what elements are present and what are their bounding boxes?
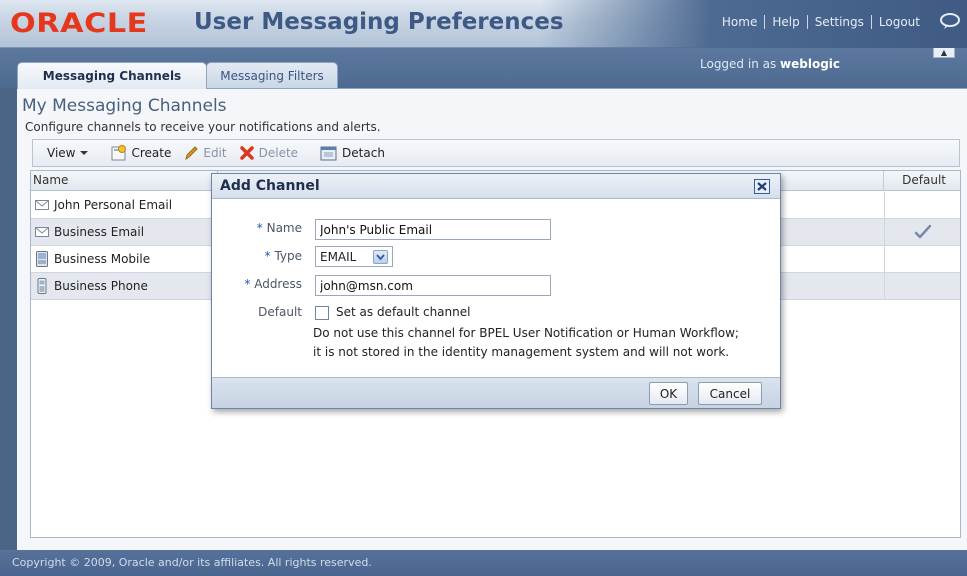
create-icon [111, 145, 127, 161]
phone-icon [37, 278, 47, 294]
speech-bubble-icon[interactable] [939, 12, 961, 30]
delete-label: Delete [258, 146, 299, 160]
tab-messaging-filters[interactable]: Messaging Filters [206, 62, 338, 89]
address-label-text: Address [254, 277, 302, 291]
row-name: Business Phone [54, 279, 148, 293]
detach-icon [320, 146, 337, 161]
app-title: User Messaging Preferences [194, 9, 564, 35]
pencil-icon [185, 146, 199, 161]
delete-x-icon [239, 146, 254, 160]
add-channel-dialog: Add Channel * Name * Type EMAIL * Addres… [211, 173, 781, 409]
page-description: Configure channels to receive your notif… [25, 120, 381, 134]
global-links: Home Help Settings Logout [715, 15, 927, 29]
column-header-default[interactable]: Default [902, 173, 946, 187]
create-label: Create [131, 146, 172, 160]
view-menu[interactable]: View [47, 146, 93, 160]
address-label: * Address [244, 277, 302, 291]
copyright-text: Copyright © 2009, Oracle and/or its affi… [12, 556, 372, 569]
row-name-cell: Business Email [31, 225, 211, 239]
dialog-title-bar: Add Channel [212, 174, 780, 199]
page-title: My Messaging Channels [22, 96, 227, 116]
address-input[interactable] [315, 275, 551, 296]
mobile-icon [36, 251, 48, 267]
row-default-cell [884, 192, 960, 218]
name-input[interactable] [315, 219, 551, 240]
logged-in-status: Logged in as weblogic [700, 57, 840, 71]
cancel-button[interactable]: Cancel [698, 382, 762, 405]
settings-link[interactable]: Settings [808, 15, 872, 29]
email-icon [35, 227, 49, 237]
checkmark-icon [914, 224, 931, 239]
type-label: * Type [264, 249, 302, 263]
row-name: John Personal Email [54, 198, 173, 212]
close-button[interactable] [754, 179, 770, 194]
type-selected-value: EMAIL [320, 249, 357, 264]
app-header: ORACLE User Messaging Preferences Home H… [0, 0, 967, 48]
edit-button[interactable]: Edit [183, 145, 227, 161]
create-button[interactable]: Create [111, 145, 171, 161]
collapse-header-button[interactable]: ▲ [933, 48, 955, 58]
default-checkbox-label[interactable]: Set as default channel [336, 305, 470, 319]
row-name: Business Email [54, 225, 145, 239]
row-name-cell: John Personal Email [31, 198, 211, 212]
page-footer: Copyright © 2009, Oracle and/or its affi… [0, 550, 967, 576]
detach-label: Detach [342, 146, 385, 160]
row-name-cell: Business Mobile [31, 251, 211, 267]
logout-link[interactable]: Logout [872, 15, 927, 29]
chevron-down-icon [373, 249, 388, 264]
ok-button[interactable]: OK [649, 382, 688, 405]
default-checkbox[interactable] [315, 306, 329, 320]
row-default-cell [884, 219, 960, 245]
help-link[interactable]: Help [765, 15, 808, 29]
row-default-cell [884, 246, 960, 272]
logged-in-prefix: Logged in as [700, 57, 781, 71]
row-name: Business Mobile [54, 252, 151, 266]
edit-label: Edit [203, 146, 227, 160]
tab-messaging-channels[interactable]: Messaging Channels [17, 62, 207, 89]
row-default-cell [884, 273, 960, 299]
column-header-name[interactable]: Name [33, 173, 68, 187]
view-label: View [47, 146, 76, 160]
table-toolbar: View Create Edit Delete Detach [32, 139, 960, 167]
oracle-logo: ORACLE [10, 8, 148, 39]
close-icon [757, 182, 767, 191]
row-name-cell: Business Phone [31, 278, 211, 294]
warning-note-line2: it is not stored in the identity managem… [313, 345, 730, 359]
column-divider [883, 171, 884, 191]
delete-button[interactable]: Delete [239, 145, 298, 161]
warning-note-line1: Do not use this channel for BPEL User No… [313, 326, 739, 340]
name-label: * Name [256, 221, 302, 235]
detach-button[interactable]: Detach [320, 145, 385, 161]
home-link[interactable]: Home [715, 15, 766, 29]
dialog-title: Add Channel [220, 178, 320, 194]
default-label: Default [258, 305, 302, 319]
type-select[interactable]: EMAIL [315, 246, 393, 267]
logged-in-user: weblogic [780, 57, 841, 71]
type-label-text: Type [274, 249, 302, 263]
email-icon [35, 200, 49, 210]
dialog-button-bar: OK Cancel [212, 377, 780, 408]
chevron-down-icon [80, 151, 89, 155]
name-label-text: Name [266, 221, 302, 235]
